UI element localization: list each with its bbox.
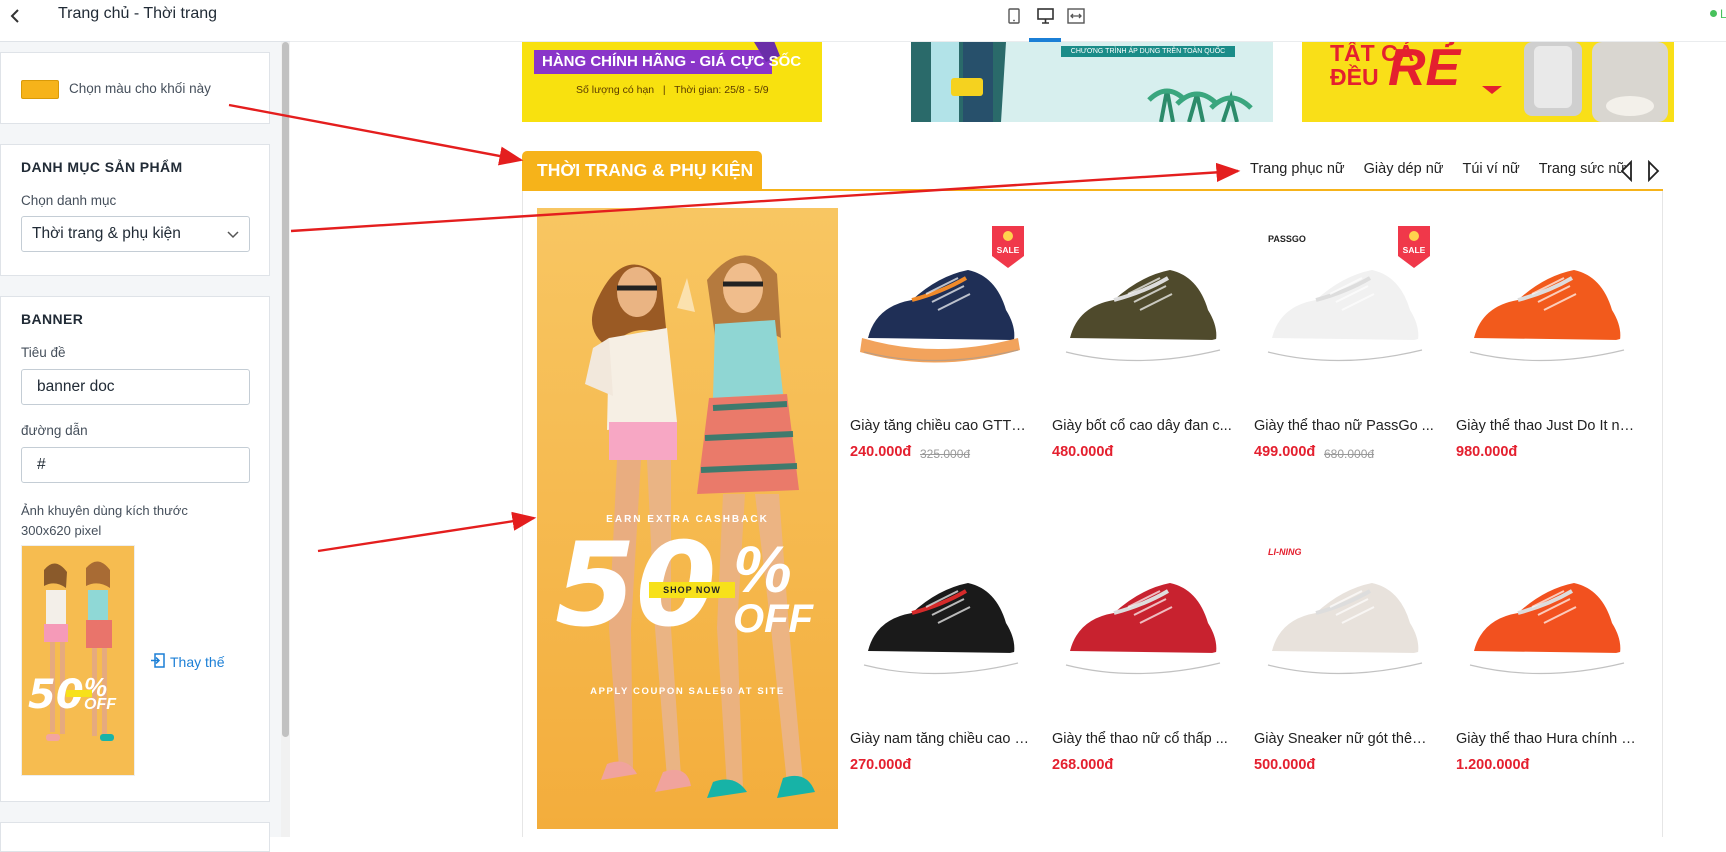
product-price: 499.000đ <box>1254 444 1316 460</box>
product-price: 270.000đ <box>850 757 912 773</box>
product-card[interactable]: SALE Giày tăng chiều cao GTT2... 240.000đ 3… <box>846 214 1036 494</box>
category-select[interactable]: Thời trang & phụ kiện <box>21 216 250 252</box>
thumb-off: OFF <box>84 696 116 713</box>
product-price: 500.000đ <box>1254 757 1316 773</box>
sale-badge-icon: SALE <box>990 226 1026 268</box>
product-price: 480.000đ <box>1052 444 1114 460</box>
replace-icon <box>150 653 165 671</box>
section-title: THỜI TRANG & PHỤ KIỆN <box>522 151 762 189</box>
product-name[interactable]: Giày thể thao nữ PassGo ... <box>1254 418 1434 434</box>
promo-banner-2[interactable]: CHƯƠNG TRÌNH ÁP DỤNG TRÊN TOÀN QUỐC <box>911 42 1273 122</box>
tab-giay-dep-nu[interactable]: Giày dép nữ <box>1364 161 1444 177</box>
promo-1-headline: HÀNG CHÍNH HÃNG - GIÁ CỰC SỐC <box>542 53 802 70</box>
category-select-label: Chọn danh mục <box>21 193 117 208</box>
brand-logo: PASSGO <box>1268 234 1306 244</box>
chevron-down-icon <box>227 227 239 245</box>
vertical-banner[interactable]: EARN EXTRA CASHBACK 50 % OFF SHOP NOW AP… <box>537 208 838 829</box>
banner-title-input[interactable]: banner doc <box>21 369 250 405</box>
status-dot <box>1710 10 1717 17</box>
svg-text:SALE: SALE <box>1403 245 1426 255</box>
color-swatch[interactable] <box>21 80 59 99</box>
tabs-prev-icon[interactable] <box>1619 159 1635 183</box>
product-name[interactable]: Giày tăng chiều cao GTT2... <box>850 418 1030 434</box>
svg-text:SALE: SALE <box>997 245 1020 255</box>
product-price: 1.200.000đ <box>1456 757 1530 773</box>
product-image[interactable] <box>1452 527 1642 727</box>
replace-label: Thay thế <box>170 654 225 670</box>
product-name[interactable]: Giày thể thao Hura chính h... <box>1456 731 1636 747</box>
fullwidth-icon[interactable] <box>1065 5 1087 27</box>
color-card: Chọn màu cho khối này <box>0 52 270 124</box>
banner-link-input[interactable]: # <box>21 447 250 483</box>
brand-logo: LI-NING <box>1268 547 1302 557</box>
sidebar-title: Trang chủ - Thời trang <box>58 5 218 22</box>
product-card[interactable]: Giày bốt cổ cao dây đan c... 480.000đ <box>1048 214 1238 494</box>
banner-image-hint: Ảnh khuyên dùng kích thước 300x620 pixel <box>21 503 188 538</box>
next-card <box>0 822 270 852</box>
product-price: 268.000đ <box>1052 757 1114 773</box>
category-card-title: DANH MỤC SẢN PHẨM <box>21 159 183 175</box>
sidebar-header: Trang chủ - Thời trang <box>0 0 290 42</box>
product-image[interactable] <box>1250 527 1440 727</box>
desktop-icon[interactable] <box>1034 5 1056 27</box>
promo-1-subline: Số lượng có hạn | Thời gian: 25/8 - 5/9 <box>576 84 769 96</box>
banner-title-label: Tiêu đề <box>21 345 66 360</box>
product-image[interactable] <box>1048 214 1238 414</box>
product-name[interactable]: Giày bốt cổ cao dây đan c... <box>1052 418 1232 434</box>
editor-sidebar: Trang chủ - Thời trang Chọn màu cho khối… <box>0 0 290 852</box>
preview-topbar: L <box>290 0 1726 42</box>
product-card[interactable]: Giày thể thao Hura chính h... 1.200.000đ <box>1452 527 1642 807</box>
color-label: Chọn màu cho khối này <box>69 81 211 96</box>
status-text: L <box>1720 7 1726 21</box>
product-name[interactable]: Giày thể thao nữ cổ thấp ... <box>1052 731 1232 747</box>
product-name[interactable]: Giày thể thao Just Do It na... <box>1456 418 1636 434</box>
thumb-shop-tag <box>66 690 92 697</box>
promo-banner-1[interactable]: HÀNG CHÍNH HÃNG - GIÁ CỰC SỐC Số lượng c… <box>522 42 822 122</box>
promo-3-big: RẺ <box>1388 42 1461 97</box>
category-card: DANH MỤC SẢN PHẨM Chọn danh mục Thời tra… <box>0 144 270 276</box>
product-card[interactable]: LI-NING Giày Sneaker nữ gót thêu ... 500.0… <box>1250 527 1440 807</box>
product-image[interactable] <box>1048 527 1238 727</box>
product-name[interactable]: Giày nam tăng chiều cao 8... <box>850 731 1030 747</box>
vbanner-off: OFF <box>733 597 813 641</box>
banner-thumbnail: 50 % OFF <box>21 545 135 776</box>
tab-trang-suc-nu[interactable]: Trang sức nữ <box>1539 161 1626 177</box>
category-tabs: Trang phục nữ Giày dép nữ Túi ví nữ Tran… <box>1250 161 1626 177</box>
back-icon[interactable] <box>4 4 26 28</box>
promo-2-text: CHƯƠNG TRÌNH ÁP DỤNG TRÊN TOÀN QUỐC <box>1061 46 1235 57</box>
promo-3-line2: ĐỀU <box>1330 64 1379 90</box>
product-price: 980.000đ <box>1456 444 1518 460</box>
banner-card: BANNER Tiêu đề banner doc đường dẫn # Ản… <box>0 296 270 802</box>
product-image[interactable] <box>1452 214 1642 414</box>
preview-canvas: HÀNG CHÍNH HÃNG - GIÁ CỰC SỐC Số lượng c… <box>290 42 1726 837</box>
mobile-icon[interactable] <box>1003 5 1025 27</box>
product-old-price: 325.000đ <box>920 447 971 461</box>
banner-link-label: đường dẫn <box>21 423 88 438</box>
product-card[interactable]: Giày thể thao Just Do It na... 980.000đ <box>1452 214 1642 494</box>
replace-button[interactable]: Thay thế <box>150 653 224 671</box>
sale-badge-icon: SALE <box>1396 226 1432 268</box>
product-price: 240.000đ <box>850 444 912 460</box>
tabs-next-icon[interactable] <box>1645 159 1661 183</box>
tab-trang-phuc-nu[interactable]: Trang phục nữ <box>1250 161 1345 177</box>
promo-banner-3[interactable]: TẤT CẢ ĐỀU RẺ <box>1302 42 1674 122</box>
product-old-price: 680.000đ <box>1324 447 1375 461</box>
vbanner-bottom-text: APPLY COUPON SALE50 AT SITE <box>590 686 785 697</box>
product-image[interactable] <box>846 527 1036 727</box>
vbanner-shop-now: SHOP NOW <box>649 582 735 598</box>
product-card[interactable]: Giày nam tăng chiều cao 8... 270.000đ <box>846 527 1036 807</box>
product-card[interactable]: Giày thể thao nữ cổ thấp ... 268.000đ <box>1048 527 1238 807</box>
tab-tui-vi-nu[interactable]: Túi ví nữ <box>1462 161 1519 177</box>
product-name[interactable]: Giày Sneaker nữ gót thêu ... <box>1254 731 1434 747</box>
banner-card-title: BANNER <box>21 311 84 327</box>
vbanner-percent: % <box>733 532 792 606</box>
product-card[interactable]: SALE PASSGO Giày thể thao nữ PassGo ... 499… <box>1250 214 1440 494</box>
sidebar-scrollbar[interactable] <box>282 42 289 737</box>
category-select-value: Thời trang & phụ kiện <box>32 225 181 242</box>
